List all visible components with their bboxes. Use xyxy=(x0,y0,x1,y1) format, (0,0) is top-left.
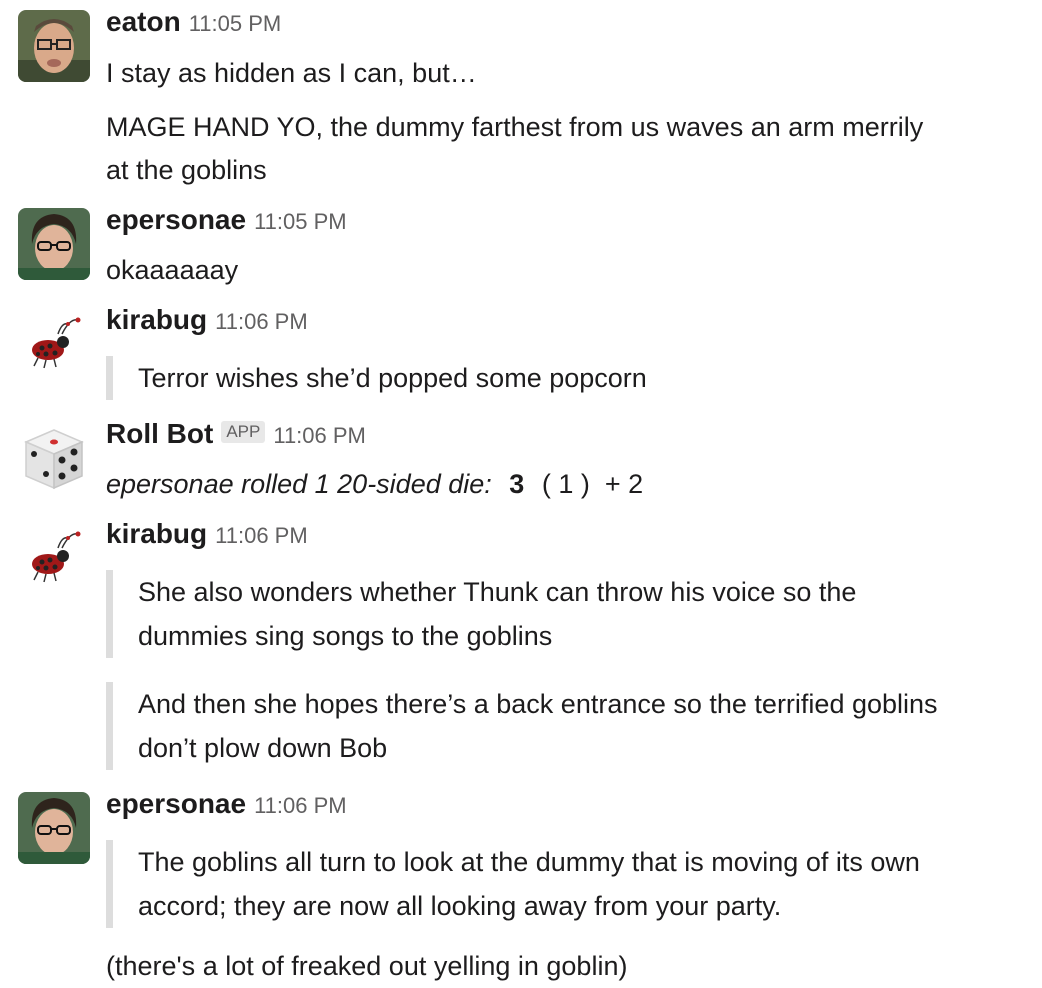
ladybug-avatar-image xyxy=(18,308,90,380)
avatar[interactable] xyxy=(18,208,90,280)
epersonae-avatar-image xyxy=(18,792,90,864)
dice-avatar-image xyxy=(18,422,90,494)
username[interactable]: epersonae xyxy=(106,204,246,235)
message-text: (there's a lot of freaked out yelling in… xyxy=(106,951,628,981)
quote-text: dummies sing songs to the goblins xyxy=(138,621,553,651)
quote-text: She also wonders whether Thunk can throw… xyxy=(138,577,857,607)
blockquote: Terror wishes she’d popped some popcorn xyxy=(106,356,1006,400)
quote-text: accord; they are now all looking away fr… xyxy=(138,891,782,921)
timestamp[interactable]: 11:06 PM xyxy=(215,309,308,334)
message-text: MAGE HAND YO, the dummy farthest from us… xyxy=(106,112,924,142)
message-text: I stay as hidden as I can, but… xyxy=(106,58,477,88)
blockquote: She also wonders whether Thunk can throw… xyxy=(106,570,1006,658)
username[interactable]: eaton xyxy=(106,6,181,37)
quote-text: The goblins all turn to look at the dumm… xyxy=(138,847,920,877)
avatar[interactable] xyxy=(18,308,90,380)
eaton-avatar-image xyxy=(18,10,90,82)
username[interactable]: kirabug xyxy=(106,304,207,335)
blockquote: And then she hopes there’s a back entran… xyxy=(106,682,1026,770)
ladybug-avatar-image xyxy=(18,522,90,594)
roll-total: 3 xyxy=(509,469,525,499)
blockquote: The goblins all turn to look at the dumm… xyxy=(106,840,1006,928)
timestamp[interactable]: 11:06 PM xyxy=(215,523,308,548)
message-text: at the goblins xyxy=(106,155,267,185)
roll-result: epersonae rolled 1 20-sided die: 3 ( 1 )… xyxy=(106,462,1026,506)
username[interactable]: kirabug xyxy=(106,518,207,549)
timestamp[interactable]: 11:05 PM xyxy=(189,11,282,36)
timestamp[interactable]: 11:06 PM xyxy=(273,423,366,448)
avatar[interactable] xyxy=(18,792,90,864)
quote-text: don’t plow down Bob xyxy=(138,733,388,763)
avatar[interactable] xyxy=(18,422,90,494)
avatar[interactable] xyxy=(18,10,90,82)
epersonae-avatar-image xyxy=(18,208,90,280)
username[interactable]: epersonae xyxy=(106,788,246,819)
message-text: okaaaaaay xyxy=(106,255,239,285)
roll-text: epersonae rolled 1 20-sided die: xyxy=(106,469,492,499)
quote-text: Terror wishes she’d popped some popcorn xyxy=(138,363,647,393)
username[interactable]: Roll Bot xyxy=(106,418,213,449)
avatar[interactable] xyxy=(18,522,90,594)
quote-text: And then she hopes there’s a back entran… xyxy=(138,689,938,719)
roll-detail: ( 1 ) + 2 xyxy=(541,469,644,499)
timestamp[interactable]: 11:05 PM xyxy=(254,209,347,234)
app-badge: APP xyxy=(221,421,266,443)
timestamp[interactable]: 11:06 PM xyxy=(254,793,347,818)
